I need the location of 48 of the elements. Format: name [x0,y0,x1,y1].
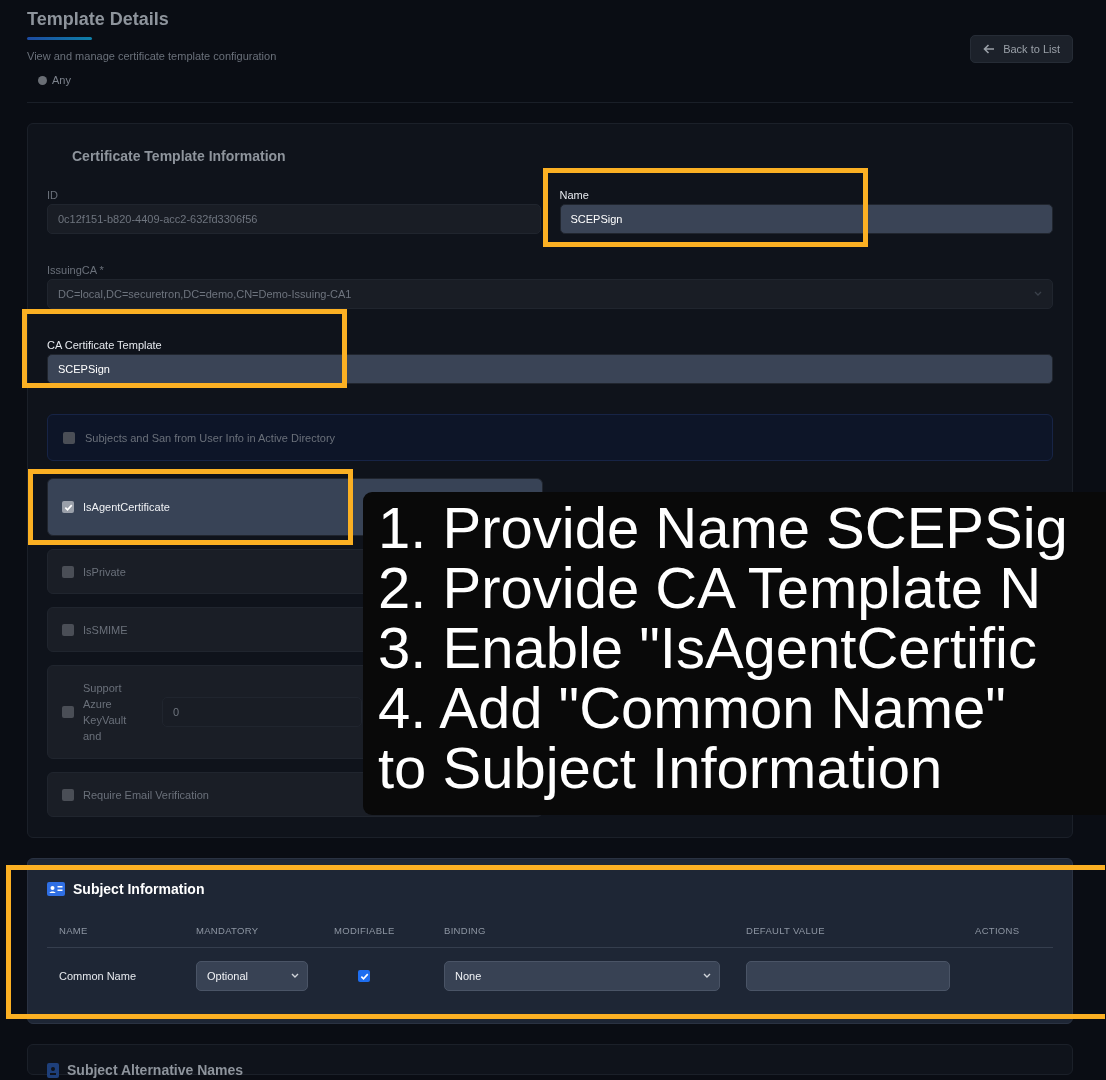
input-field[interactable]: SCEPSign [47,354,1053,384]
select-field[interactable]: None [444,961,720,991]
checkbox[interactable] [62,565,74,578]
column-header: BINDING [432,925,734,948]
column-header: ACTIONS [963,925,1053,948]
select-field[interactable]: DC=local,DC=securetron,DC=demo,CN=Demo-Issuing-CA1 [47,279,1053,309]
field-label: CA Certificate Template [47,339,163,351]
page-subtitle: View and manage certificate template configuration [27,50,277,62]
column-header: MODIFIABLE [322,925,432,948]
field-label: Name [559,189,590,201]
chevron-down-icon [291,973,299,979]
column-header: MANDATORY [184,925,322,948]
checkbox[interactable] [62,788,74,801]
select-field[interactable]: Optional [196,961,308,991]
checkbox[interactable] [63,431,75,444]
input-field[interactable]: 0c12f151-b820-4409-acc2-632fd3306f56 [47,204,541,234]
option-label: IsPrivate [83,565,126,578]
option-label: Support Azure KeyVault and [83,681,128,744]
section-title: Certificate Template Information [72,148,287,164]
table-cell-text: Common Name [58,969,138,982]
checkbox[interactable] [62,706,74,718]
section-title: Subject Alternative Names [67,1062,244,1078]
chevron-down-icon [1034,291,1042,297]
checkbox[interactable] [62,623,74,636]
id-card-icon [47,882,65,896]
column-header: DEFAULT VALUE [734,925,963,948]
back-button[interactable]: Back to List [970,35,1073,63]
field-label: ID [47,189,59,201]
instruction-line: 2. Provide CA Template N [378,558,1042,618]
checkbox[interactable] [358,970,370,982]
input-field[interactable]: SCEPSign [559,204,1053,234]
option-label: IsSMIME [83,623,128,636]
option-label: IsAgentCertificate [83,501,170,513]
page-title: Template Details [27,8,169,30]
chevron-down-icon [703,973,711,979]
input-field[interactable]: 0 [162,697,362,727]
input-field[interactable] [746,961,950,991]
arrow-left-icon [983,44,996,54]
checkbox[interactable] [62,501,74,513]
instruction-line: 1. Provide Name SCEPSig [378,498,1069,558]
instruction-line: to Subject Information [378,738,944,798]
column-header: NAME [47,925,184,948]
title-underline [27,37,92,40]
section-title: Subject Information [73,881,205,897]
field-label: IssuingCA * [47,264,105,276]
radio-option[interactable]: Any [38,74,71,86]
option-label: Require Email Verification [83,788,209,801]
option-label: Subjects and San from User Info in Active Directory [85,431,336,444]
